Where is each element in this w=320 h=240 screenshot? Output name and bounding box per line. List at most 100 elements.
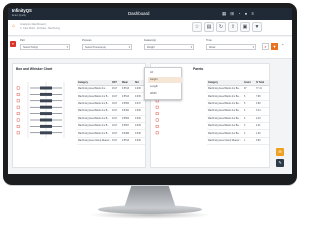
table-cell: 1617: [111, 137, 121, 146]
menu-icon[interactable]: ≡: [251, 11, 255, 16]
row-checkbox[interactable]: [155, 131, 159, 135]
breadcrumb-subtitle: 2. Cast Mold - All Data - Machining: [20, 27, 60, 30]
table-row[interactable]: Machining Area Blanks Ins... 1617 9.5513 0.…: [77, 85, 145, 94]
table-cell: Machining Area Clamp Measur...: [77, 137, 111, 146]
home-icon[interactable]: ⌂: [12, 23, 15, 29]
box-mark: [40, 86, 52, 90]
table-row[interactable]: Machining Area Blanks Ins B... 1617 9.5513…: [77, 92, 145, 101]
table-cell: 1.60: [255, 129, 269, 138]
process-select[interactable]: Select Process(es) ▾: [82, 44, 132, 50]
row-checkbox[interactable]: [16, 105, 20, 109]
table-cell: 0.80: [255, 137, 269, 146]
panel-title: Box and Whisker Chart: [16, 67, 53, 71]
box-mark: [40, 124, 52, 128]
table-cell: 9.5513: [121, 137, 134, 146]
refresh-icon[interactable]: ↻: [216, 22, 226, 32]
dropdown-option-all[interactable]: All: [148, 70, 182, 76]
table-cell: Machining Area Blanks Ins B...: [77, 107, 111, 116]
row-checkbox[interactable]: [16, 99, 20, 103]
table-cell: 77.41: [255, 85, 269, 94]
box-mark: [40, 131, 52, 135]
row-checkbox[interactable]: [155, 105, 159, 109]
box-mark: [40, 105, 52, 109]
qr-icon[interactable]: ▦: [222, 11, 228, 16]
row-checkbox[interactable]: [16, 125, 20, 128]
save-icon[interactable]: ▣: [240, 22, 250, 32]
table-cell: 1617: [111, 100, 121, 109]
time-select-value: Week: [209, 46, 216, 49]
table-row[interactable]: Machining Area Blanks Ins Ba... 2 1.60: [207, 129, 269, 138]
star-icon[interactable]: ☆: [192, 22, 202, 32]
row-checkbox[interactable]: [155, 125, 159, 128]
grid-icon[interactable]: ⊞: [230, 11, 235, 16]
table-row[interactable]: Machining Area Clamp Measur... 1 0.80: [207, 137, 269, 146]
row-checkbox[interactable]: [155, 112, 159, 116]
table-cell: 4: [243, 107, 255, 116]
table-row[interactable]: Machining Area Clamp Measur... 1617 9.5513…: [77, 137, 145, 146]
table-row[interactable]: Machining Area Blanks Ins B... 1617 9.5502…: [77, 115, 145, 123]
box-mark: [40, 92, 52, 96]
table-cell: 0.035: [134, 122, 145, 131]
table-cell: 9.5507: [121, 122, 134, 131]
table-row[interactable]: Machining Area Blanks Ins Ba... 5 3.98: [207, 100, 269, 109]
table-cell: Machining Area Blanks Ins Ba...: [207, 100, 243, 109]
part-label: Part: [20, 39, 25, 42]
logo-subtitle: Enact Quality: [12, 13, 27, 17]
table-row[interactable]: Machining Area Blanks Ins B... 1617 9.5507…: [77, 122, 145, 131]
table-row[interactable]: Machining Area Blanks Ins B... 1617 9.5491…: [77, 107, 145, 116]
table-row[interactable]: Machining Area Blanks Ins Ba... 97 77.41: [207, 85, 269, 94]
edit-icon[interactable]: ✎: [276, 159, 284, 167]
row-checkbox[interactable]: [155, 118, 159, 122]
process-label: Process: [82, 39, 92, 42]
time-label: Time: [206, 39, 212, 42]
user-icon[interactable]: ●: [245, 11, 249, 16]
dropdown-option-width[interactable]: Width: [148, 91, 182, 97]
bell-icon[interactable]: ◔: [238, 11, 242, 16]
filter-icon[interactable]: ▼: [252, 22, 262, 32]
table-row[interactable]: Machining Area Blanks Ins B... 1617 9.5500…: [77, 100, 145, 109]
table-row[interactable]: Machining Area Blanks Ins Ba... 4 3.24: [207, 107, 269, 116]
app-logo[interactable]: InfinityQS Enact Quality: [12, 8, 32, 18]
table-cell: 1617: [111, 115, 121, 123]
search-button[interactable]: ⌕: [262, 43, 269, 50]
app-screen: InfinityQS Enact Quality Dashboard ▦ ⊞ ◔…: [8, 8, 292, 174]
table-cell: 2: [243, 129, 255, 138]
more-options-icon[interactable]: ⌃: [281, 43, 284, 48]
filter-toggle-button[interactable]: ≡: [10, 41, 16, 47]
table-cell: Machining Area Blanks Ins Ba...: [207, 115, 243, 123]
dropdown-option-height[interactable]: Height: [148, 77, 182, 83]
box-whisker-panel: Box and Whisker Chart Category CNT Mean …: [12, 63, 146, 168]
table-cell: 7.98: [255, 92, 269, 101]
table-row[interactable]: Machining Area Blanks Ins Ba... 3 2.01: [207, 122, 269, 131]
apply-filter-button[interactable]: ▼: [271, 43, 278, 50]
calendar-icon[interactable]: ▤: [204, 22, 214, 32]
table-row[interactable]: Machining Area Blanks Ins Ba... 3 2.40: [207, 115, 269, 123]
chevron-down-icon: ▾: [252, 45, 254, 49]
box-whisker-chart: [16, 82, 65, 138]
row-checkbox[interactable]: [16, 112, 20, 116]
row-checkbox[interactable]: [16, 118, 20, 122]
box-whisker-table: Category CNT Mean Std Machining Area Bla…: [77, 80, 145, 146]
dropdown-option-length[interactable]: Length: [148, 84, 182, 90]
row-checkbox[interactable]: [16, 86, 20, 90]
table-row[interactable]: Machining Area Blanks Ins Ba... 5 7.98: [207, 92, 269, 101]
table-cell: 97: [243, 85, 255, 94]
feature-label: Feature(s): [144, 39, 156, 42]
time-select[interactable]: Week ▾: [206, 44, 256, 50]
table-cell: 9.5500: [121, 100, 134, 109]
breadcrumb[interactable]: Analysis Dashboard: [20, 22, 46, 26]
top-icon-group: ▦ ⊞ ◔ ● ≡: [222, 11, 255, 17]
row-checkbox[interactable]: [16, 131, 20, 135]
chevron-down-icon: ▾: [66, 45, 68, 49]
feature-select[interactable]: Weight ▾: [144, 44, 194, 50]
part-select[interactable]: Select Part(s) ▾: [20, 44, 70, 50]
row-checkbox[interactable]: [16, 92, 20, 96]
filter-bar: ≡ Part Select Part(s) ▾ Process Select Pr…: [8, 37, 292, 59]
table-cell: Machining Area Blanks Ins Ba...: [207, 92, 243, 101]
chat-icon[interactable]: ✉: [276, 148, 284, 156]
table-row[interactable]: Machining Area Blanks Ins B... 1617 9.5486…: [77, 129, 145, 138]
top-bar: InfinityQS Enact Quality Dashboard ▦ ⊞ ◔…: [8, 8, 292, 20]
table-cell: 1617: [111, 129, 121, 138]
filter-icon: ▼: [272, 44, 277, 49]
share-icon[interactable]: ⇪: [228, 22, 238, 32]
